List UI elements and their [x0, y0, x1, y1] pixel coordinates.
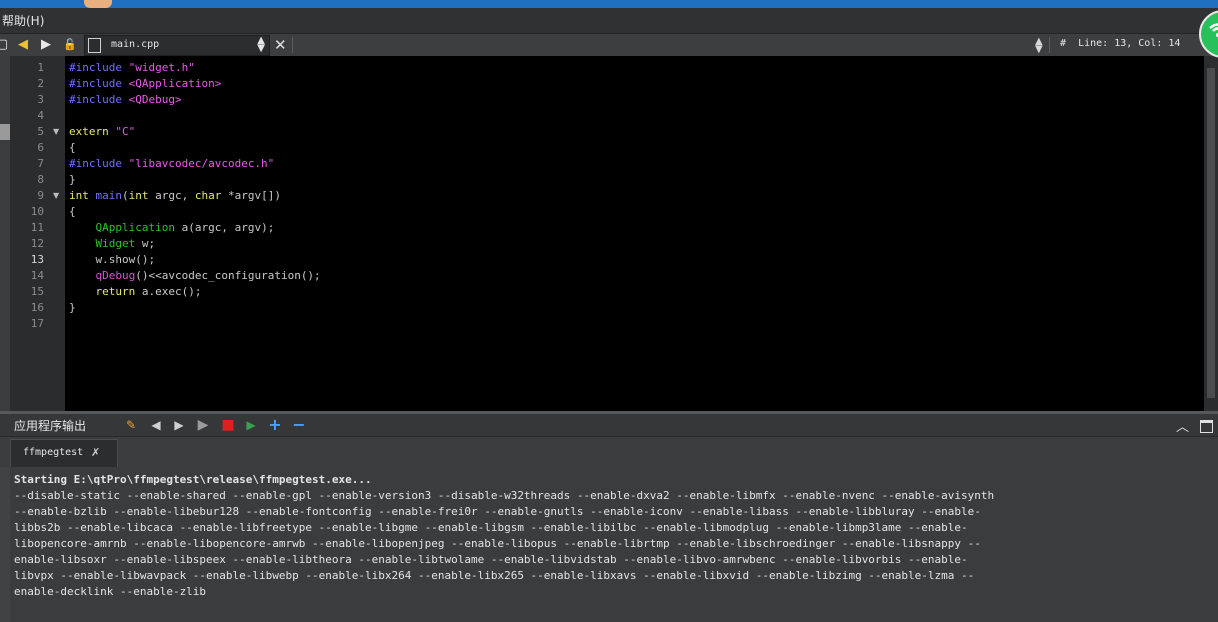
code-line[interactable]: Widget w; — [69, 236, 156, 252]
code-line[interactable]: extern "C" — [69, 124, 135, 140]
code-line[interactable]: #include "widget.h" — [69, 60, 195, 76]
line-number[interactable]: 3 — [10, 92, 44, 108]
line-number[interactable]: 10 — [10, 204, 44, 220]
line-number[interactable]: 5 — [10, 124, 44, 140]
code-line[interactable]: w.show(); — [69, 252, 155, 268]
line-number-gutter: 1 2 3 4 5 6 7 8 9 10 11 12 13 14 15 16 17 — [10, 56, 50, 411]
scrollbar-thumb[interactable] — [1207, 68, 1215, 398]
menu-help[interactable]: 帮助(H) — [2, 12, 44, 29]
lock-icon[interactable]: 🔓 — [62, 37, 78, 53]
wifi-icon — [1209, 23, 1218, 37]
close-icon[interactable]: ✕ — [274, 36, 287, 54]
margin-marker — [0, 124, 10, 140]
code-line[interactable]: } — [69, 172, 76, 188]
symbol-selector-chevron-icon[interactable]: ▲ ▼ — [1035, 37, 1043, 55]
arrow-left-icon[interactable]: ◀ — [15, 37, 31, 53]
rerun-icon[interactable]: ▶ — [243, 417, 259, 433]
left-margin-strip — [0, 56, 10, 411]
chevron-updown-icon: ▲ ▼ — [257, 35, 265, 54]
toolbar-divider — [1049, 37, 1050, 53]
close-pane-icon[interactable] — [1200, 420, 1213, 433]
pin-icon[interactable]: ✗ — [91, 446, 100, 459]
fold-toggle-icon[interactable]: ▼ — [53, 188, 59, 204]
next-icon[interactable]: ▶ — [171, 417, 187, 433]
line-number[interactable]: 7 — [10, 156, 44, 172]
output-pane-title: 应用程序输出 — [14, 419, 87, 433]
zoom-out-icon[interactable]: − — [291, 417, 307, 433]
code-line[interactable]: #include <QApplication> — [69, 76, 221, 92]
line-number[interactable]: 2 — [10, 76, 44, 92]
line-number[interactable]: 6 — [10, 140, 44, 156]
line-number[interactable]: 14 — [10, 268, 44, 284]
line-number[interactable]: 9 — [10, 188, 44, 204]
output-line: --enable-bzlib --enable-libebur128 --ena… — [14, 505, 981, 518]
output-pane-header: 应用程序输出 ✎ ◀ ▶ ▶ ■ ▶ + − ︿ — [0, 414, 1218, 437]
code-line[interactable]: { — [69, 140, 76, 156]
code-line[interactable]: #include "libavcodec/avcodec.h" — [69, 156, 274, 172]
code-line[interactable]: return a.exec(); — [69, 284, 202, 300]
left-edge-icon[interactable]: ▢ — [0, 37, 10, 53]
fold-gutter: ▼ ▼ — [50, 56, 65, 411]
stop-icon[interactable]: ■ — [220, 417, 236, 433]
line-number[interactable]: 4 — [10, 108, 44, 124]
output-tab[interactable]: ffmpegtest ✗ — [10, 439, 118, 468]
line-number[interactable]: 16 — [10, 300, 44, 316]
line-number[interactable]: 11 — [10, 220, 44, 236]
file-selector[interactable]: main.cpp ▲ ▼ — [84, 35, 270, 56]
code-line[interactable]: qDebug()<<avcodec_configuration(); — [69, 268, 321, 284]
line-number[interactable]: 1 — [10, 60, 44, 76]
arrow-right-icon[interactable]: ▶ — [38, 37, 54, 53]
taskbar-thumb — [84, 0, 112, 8]
output-tab-bar: ffmpegtest ✗ — [0, 437, 1218, 468]
output-line: libopencore-amrnb --enable-libopencore-a… — [14, 537, 981, 550]
attach-debugger-icon[interactable]: ✎ — [123, 417, 139, 433]
line-number[interactable]: 8 — [10, 172, 44, 188]
code-line[interactable]: QApplication a(argc, argv); — [69, 220, 275, 236]
code-line[interactable]: { — [69, 204, 76, 220]
line-number[interactable]: 15 — [10, 284, 44, 300]
cursor-position[interactable]: # Line: 13, Col: 14 — [1060, 38, 1180, 49]
file-icon — [88, 38, 101, 53]
line-number[interactable]: 13 — [10, 252, 44, 268]
menu-bar: 帮助(H) — [0, 8, 1218, 34]
output-tab-label: ffmpegtest — [23, 447, 84, 458]
output-line: libvpx --enable-libwavpack --enable-libw… — [14, 569, 975, 582]
window-top-strip — [0, 0, 1218, 8]
maximize-pane-icon[interactable]: ︿ — [1176, 416, 1189, 435]
output-line: Starting E:\qtPro\ffmpegtest\release\ffm… — [14, 473, 372, 486]
zoom-in-icon[interactable]: + — [267, 417, 283, 433]
output-line: enable-decklink --enable-zlib — [14, 585, 207, 598]
editor-vertical-scrollbar[interactable] — [1204, 56, 1218, 411]
fold-toggle-icon[interactable]: ▼ — [53, 124, 59, 140]
toolbar-divider — [292, 37, 293, 53]
line-number[interactable]: 17 — [10, 316, 44, 332]
code-editor[interactable]: #include "widget.h" #include <QApplicatio… — [65, 56, 1204, 411]
code-line[interactable]: } — [69, 300, 76, 316]
output-line: enable-libsoxr --enable-libspeex --enabl… — [14, 553, 968, 566]
output-line: --disable-static --enable-shared --enabl… — [14, 489, 995, 502]
code-line[interactable]: #include <QDebug> — [69, 92, 182, 108]
output-line: libbs2b --enable-libcaca --enable-libfre… — [14, 521, 968, 534]
line-number[interactable]: 12 — [10, 236, 44, 252]
code-line[interactable]: int main(int argc, char *argv[]) — [69, 188, 281, 204]
application-output[interactable]: Starting E:\qtPro\ffmpegtest\release\ffm… — [10, 467, 1218, 622]
run-icon[interactable]: ▶ — [195, 417, 211, 433]
editor-toolbar: ▢ ◀ ▶ 🔓 main.cpp ▲ ▼ ✕ ▲ ▼ # Line: 13, Col… — [0, 34, 1218, 57]
file-name: main.cpp — [111, 39, 160, 50]
previous-icon[interactable]: ◀ — [148, 417, 164, 433]
